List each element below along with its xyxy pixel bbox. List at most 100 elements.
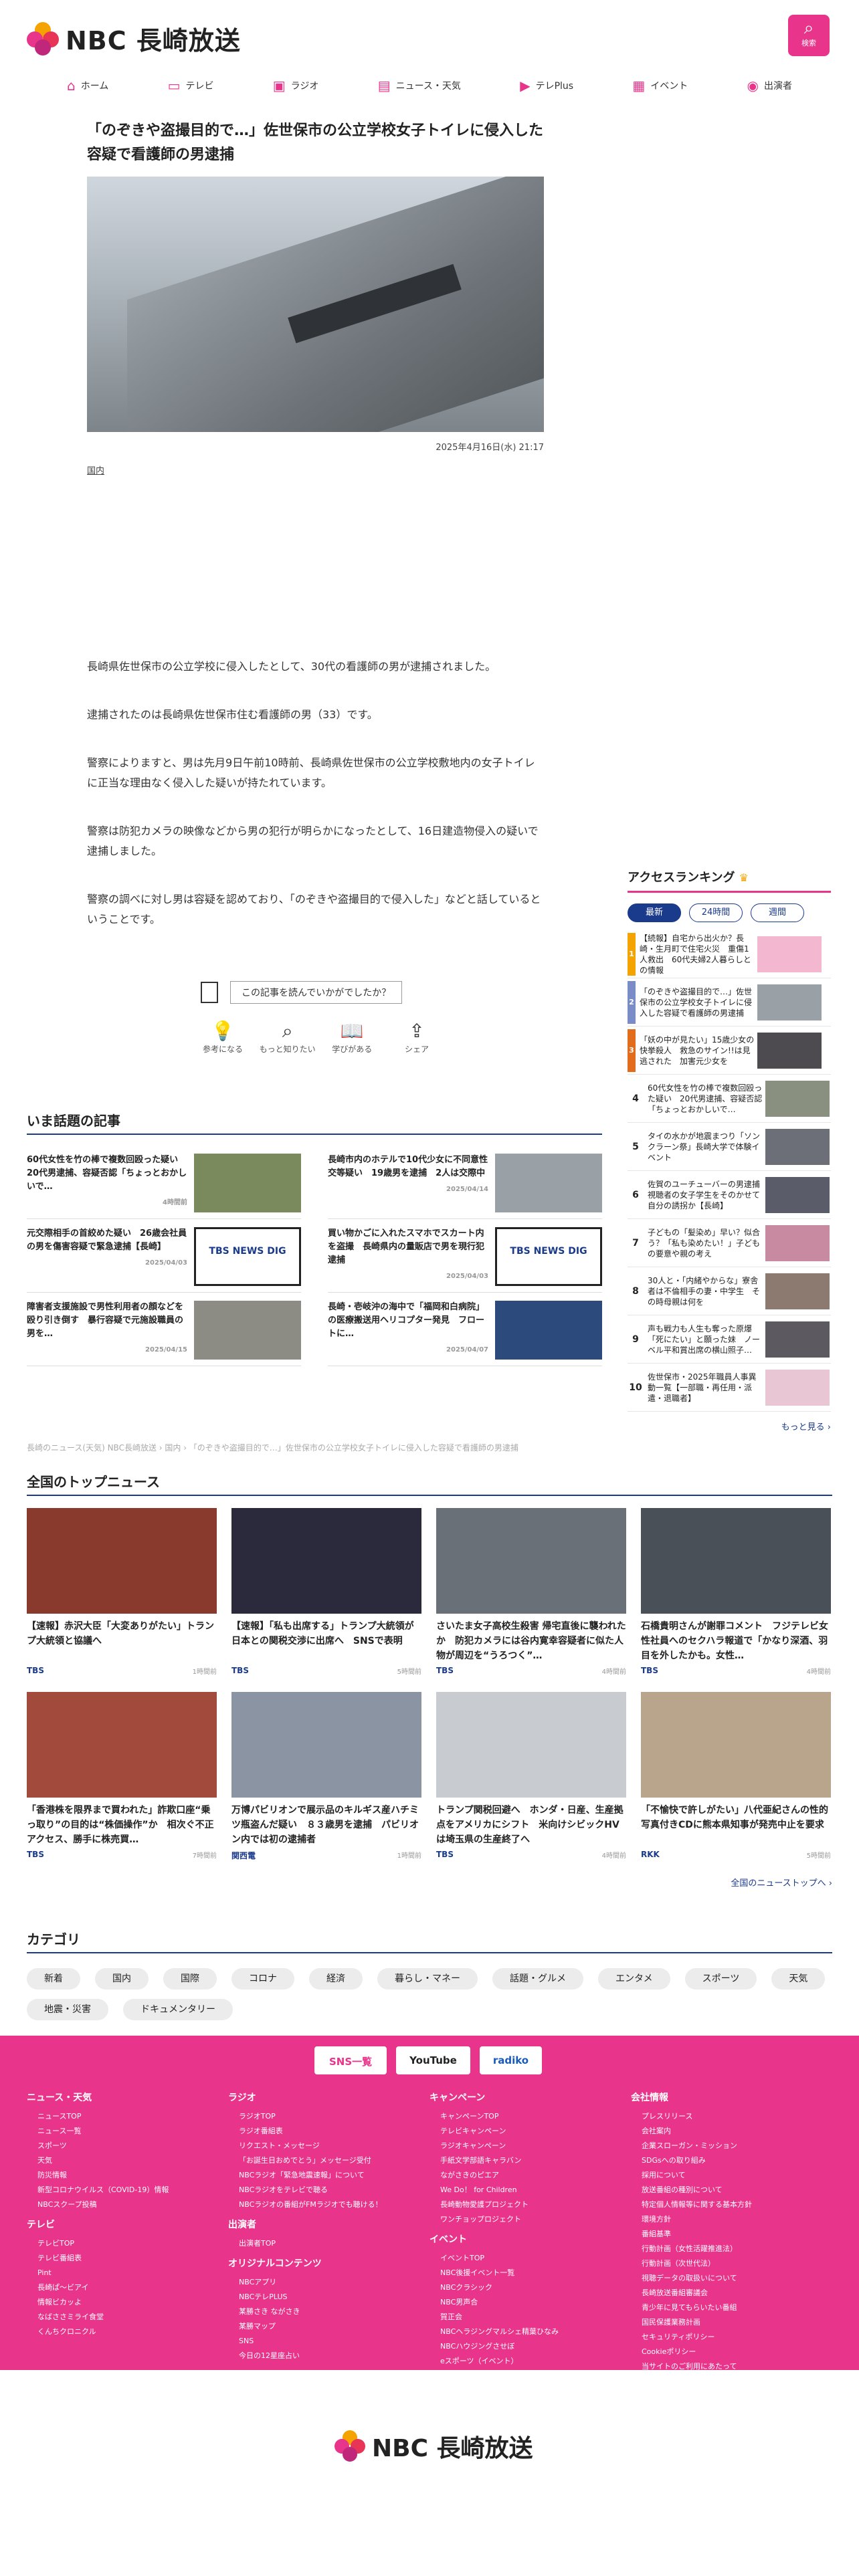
trending-card[interactable]: 60代女性を竹の棒で複数回殴った疑い 20代男逮捕、容疑否認「ちょっとおかしいで… [27, 1146, 301, 1219]
reaction-button-0[interactable]: 💡 参考になる [193, 1019, 253, 1055]
reaction-button-3[interactable]: ⇪ シェア [387, 1019, 447, 1055]
footer-link[interactable]: NBCクラシック [430, 2280, 631, 2295]
footer-link[interactable]: 天気 [27, 2153, 228, 2168]
feedback-button[interactable]: この記事を読んでいかがでしたか？ [230, 981, 403, 1004]
ranking-item[interactable]: 3 「妖の中が見たい」15歳少女の快挙殺人 救急のサイン!!は見逃された 加害元少… [628, 1027, 831, 1075]
footer-link[interactable]: ながさきのピエア [430, 2168, 631, 2183]
ranking-item[interactable]: 6 佐賀のユーチューバーの男逮捕 視聴者の女子学生をそのかせて自分の誘拐か【長崎】 [628, 1171, 831, 1219]
category-chip[interactable]: 話題・グルメ [492, 1968, 583, 1990]
category-chip[interactable]: 国内 [95, 1968, 149, 1990]
footer-link[interactable]: 某勝さき ながさき [228, 2304, 430, 2319]
national-news-card[interactable]: さいたま女子高校生殺害 帰宅直後に襲われたか 防犯カメラには谷内寛幸容疑者に似た… [436, 1508, 626, 1676]
footer-link[interactable]: 国民保護業務計画 [631, 2315, 832, 2330]
ranking-item[interactable]: 1 【続報】自宅から出火か？長崎・生月町で住宅火災 重傷1人救出 60代夫婦2人暮… [628, 930, 831, 978]
footer-link[interactable]: リクエスト・メッセージ [228, 2139, 430, 2153]
trending-card[interactable]: 元交際相手の首絞めた疑い 26歳会社員の男を傷害容疑で緊急逮捕【長崎】 2025/… [27, 1219, 301, 1293]
category-chip[interactable]: 暮らし・マネー [377, 1968, 478, 1990]
footer-link[interactable]: 行動計画（次世代法） [631, 2256, 832, 2271]
footer-heading[interactable]: オリジナルコンテンツ [228, 2256, 430, 2270]
national-news-card[interactable]: 「香港株を限界まで買われた」詐欺口座“乗っ取り”の目的は“株価操作”か 相次ぐ不… [27, 1692, 217, 1861]
sns-button-0[interactable]: SNS一覧 [314, 2046, 387, 2074]
nav-item-6[interactable]: ◉ 出演者 [747, 71, 792, 100]
footer-heading[interactable]: ラジオ [228, 2090, 430, 2104]
ranking-item[interactable]: 7 子どもの「髪染め」早い？似合う？「私も染めたい！」子どもの要意や親の考え [628, 1219, 831, 1267]
ranking-item[interactable]: 9 声も戦力も人生も奪った原爆「死にたい」と願った妹 ノーベル平和賞出席の横山照子… [628, 1315, 831, 1364]
footer-link[interactable]: ラジオキャンペーン [430, 2139, 631, 2153]
ranking-item[interactable]: 8 30人と・「内緒やからな」寮舎者は不倫相手の妻・中学生 その時母親は何を [628, 1267, 831, 1315]
footer-link[interactable]: セキュリティポリシー [631, 2330, 832, 2345]
national-news-card[interactable]: トランプ関税回避へ ホンダ・日産、生産拠点をアメリカにシフト 米向けシビックHV… [436, 1692, 626, 1861]
footer-link[interactable]: 特定個人情報等に関する基本方針 [631, 2197, 832, 2212]
ranking-more-link[interactable]: もっと見る › [628, 1420, 831, 1432]
footer-link[interactable]: We Do！ for Children [430, 2183, 631, 2197]
nav-item-0[interactable]: ⌂ ホーム [67, 71, 108, 100]
footer-link[interactable]: テレビ番組表 [27, 2251, 228, 2266]
footer-link[interactable]: NBCテレPLUS [228, 2290, 430, 2304]
national-news-card[interactable]: 【速報】赤沢大臣「大変ありがたい」トランプ大統領と協議へ TBS 1時間前 [27, 1508, 217, 1676]
footer-link[interactable]: 今日の12星座占い [228, 2349, 430, 2363]
category-chip[interactable]: 天気 [771, 1968, 826, 1990]
footer-link[interactable]: 長崎動物愛護プロジェクト [430, 2197, 631, 2212]
trending-card[interactable]: 長崎・壱岐沖の海中で「福岡和白病院」の医療搬送用ヘリコプター発見 フロートに… 2… [328, 1293, 602, 1366]
footer-link[interactable]: 会社案内 [631, 2124, 832, 2139]
footer-link[interactable]: 某勝マップ [228, 2319, 430, 2334]
footer-link[interactable]: 青少年に見てもらいたい番組 [631, 2300, 832, 2315]
footer-link[interactable]: 手紙文学部語キャラバン [430, 2153, 631, 2168]
footer-logo[interactable]: NBC 長崎放送 [335, 2429, 533, 2464]
footer-heading[interactable]: イベント [430, 2232, 631, 2246]
footer-link[interactable]: ニュースTOP [27, 2109, 228, 2124]
search-button[interactable]: ⌕ 検索 [788, 15, 830, 56]
footer-link[interactable]: くんちクロニクル [27, 2325, 228, 2339]
ranking-item[interactable]: 2 「のぞきや盗撮目的で…」佐世保市の公立学校女子トイレに侵入した容疑で看護師の男… [628, 978, 831, 1027]
footer-link[interactable]: NBC後援イベント一覧 [430, 2266, 631, 2280]
category-chip[interactable]: ドキュメンタリー [123, 1999, 233, 2020]
national-more-link[interactable]: 全国のニューストップへ › [27, 1876, 832, 1889]
footer-link[interactable]: キャンペーンTOP [430, 2109, 631, 2124]
footer-link[interactable]: テレビTOP [27, 2236, 228, 2251]
article-category-link[interactable]: 国内 [87, 463, 544, 476]
footer-heading[interactable]: 会社情報 [631, 2090, 832, 2104]
footer-link[interactable]: NBC男声合 [430, 2295, 631, 2310]
trending-card[interactable]: 長崎市内のホテルで10代少女に不同意性交等疑い 19歳男を逮捕 2人は交際中 20… [328, 1146, 602, 1219]
footer-heading[interactable]: 出演者 [228, 2218, 430, 2231]
footer-link[interactable]: SNS [228, 2334, 430, 2349]
footer-link[interactable]: テレビキャンペーン [430, 2124, 631, 2139]
footer-link[interactable]: NBCラジオ「緊急地震速報」について [228, 2168, 430, 2183]
category-chip[interactable]: 経済 [309, 1968, 363, 1990]
ranking-tab-0[interactable]: 最新 [628, 903, 681, 922]
footer-link[interactable]: 出演者TOP [228, 2236, 430, 2251]
footer-link[interactable]: 長崎放送番組審議会 [631, 2286, 832, 2300]
footer-link[interactable]: 賀正会 [430, 2310, 631, 2325]
footer-link[interactable]: なばささミライ食堂 [27, 2310, 228, 2325]
footer-link[interactable]: 企業スローガン・ミッション [631, 2139, 832, 2153]
trending-card[interactable]: 障害者支援施設で男性利用者の顔などを殴り引き倒す 暴行容疑で元施設職員の男を… 2… [27, 1293, 301, 1366]
footer-link[interactable]: NBCヘラジングマルシェ精葉ひなみ [430, 2325, 631, 2339]
footer-link[interactable]: プレスリリース [631, 2109, 832, 2124]
footer-link[interactable]: eスポーツ（イベント） [430, 2354, 631, 2369]
footer-link[interactable]: Cookieポリシー [631, 2345, 832, 2359]
reaction-button-1[interactable]: ⌕ もっと知りたい [258, 1019, 318, 1055]
footer-link[interactable]: 「お誕生日おめでとう」メッセージ受付 [228, 2153, 430, 2168]
footer-link[interactable]: 環境方針 [631, 2212, 832, 2227]
category-chip[interactable]: スポーツ [684, 1968, 757, 1990]
footer-link[interactable]: 長崎ぱ～ビアイ [27, 2280, 228, 2295]
ranking-item[interactable]: 5 タイの水かが地震まつり「ソンクラーン祭」長崎大学で体験イベント [628, 1123, 831, 1171]
national-news-card[interactable]: 万博パビリオンで展示品のキルギス産ハチミツ瓶盗んだ疑い ８３歳男を逮捕 パビリオ… [231, 1692, 421, 1861]
footer-link[interactable]: 番組基準 [631, 2227, 832, 2242]
breadcrumb[interactable]: 長崎のニュース(天気) NBC長崎放送 › 国内 › 「のぞきや盗撮目的で…」佐… [27, 1442, 518, 1453]
nav-item-2[interactable]: ▣ ラジオ [273, 71, 319, 100]
ranking-tab-1[interactable]: 24時間 [689, 903, 743, 922]
footer-link[interactable]: NBCラジオをテレビで聴る [228, 2183, 430, 2197]
footer-link[interactable]: 当サイトのご利用にあたって [631, 2359, 832, 2374]
nav-item-3[interactable]: ▤ ニュース・天気 [378, 71, 461, 100]
footer-link[interactable]: 行動計画（女性活躍推進法） [631, 2242, 832, 2256]
nav-item-5[interactable]: ▦ イベント [632, 71, 688, 100]
trending-card[interactable]: 買い物かごに入れたスマホでスカート内を盗撮 長崎県内の量販店で男を現行犯逮捕 20… [328, 1219, 602, 1293]
footer-link[interactable]: 放送番組の種別について [631, 2183, 832, 2197]
footer-heading[interactable]: ニュース・天気 [27, 2090, 228, 2104]
footer-link[interactable]: 新型コロナウイルス（COVID-19）情報 [27, 2183, 228, 2197]
footer-link[interactable]: ラジオ番組表 [228, 2124, 430, 2139]
footer-link[interactable]: 防災情報 [27, 2168, 228, 2183]
category-chip[interactable]: エンタメ [598, 1968, 670, 1990]
footer-link[interactable]: Pint [27, 2266, 228, 2280]
